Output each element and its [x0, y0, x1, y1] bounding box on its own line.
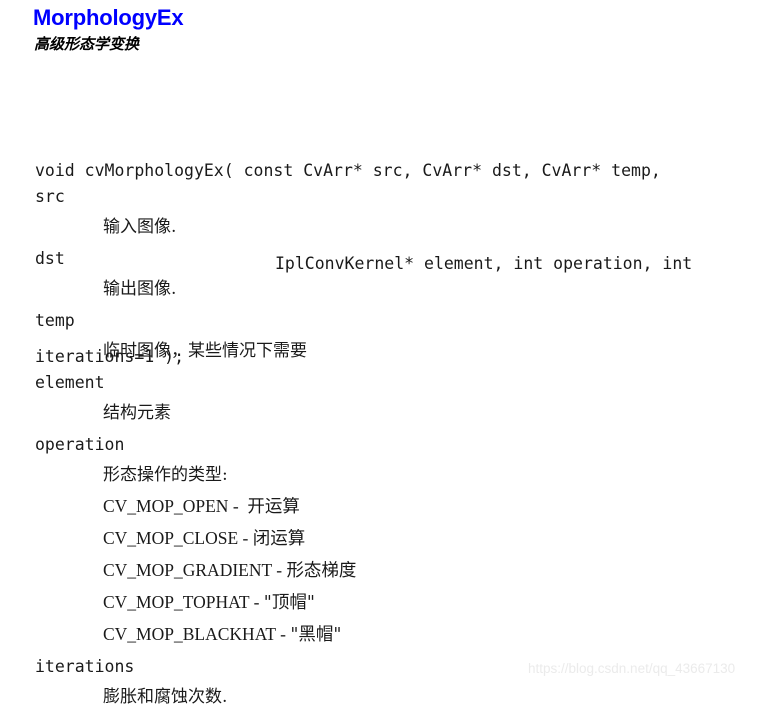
document-page: MorphologyEx 高级形态学变换 void cvMorphologyEx…	[0, 0, 775, 707]
param-desc-src: 输入图像.	[103, 217, 177, 237]
param-name-operation: operation	[35, 435, 125, 454]
param-desc-element: 结构元素	[103, 403, 171, 423]
parameter-list: src 输入图像. dst 输出图像. temp 临时图像，某些情况下需要 el…	[35, 181, 765, 713]
constant-row-gradient: CV_MOP_GRADIENT - 形态梯度	[103, 555, 765, 587]
constant-name: CV_MOP_TOPHAT	[103, 592, 250, 612]
constant-separator: -	[275, 624, 291, 644]
constant-row-close: CV_MOP_CLOSE - 闭运算	[103, 523, 765, 555]
page-subtitle: 高级形态学变换	[34, 35, 140, 53]
constant-name: CV_MOP_OPEN	[103, 496, 229, 516]
operation-constant-list: CV_MOP_OPEN - 开运算 CV_MOP_CLOSE - 闭运算 CV_…	[35, 491, 765, 651]
constant-name: CV_MOP_BLACKHAT	[103, 624, 276, 644]
constant-separator: -	[271, 560, 287, 580]
param-name-dst: dst	[35, 249, 65, 268]
constant-separator: -	[238, 528, 253, 548]
constant-separator: -	[249, 592, 264, 612]
constant-name: CV_MOP_GRADIENT	[103, 560, 272, 580]
constant-row-open: CV_MOP_OPEN - 开运算	[103, 491, 765, 523]
constant-meaning: 形态梯度	[286, 561, 357, 581]
param-desc-temp: 临时图像，某些情况下需要	[103, 341, 307, 361]
watermark: https://blog.csdn.net/qq_43667130	[528, 661, 736, 676]
constant-row-tophat: CV_MOP_TOPHAT - "顶帽"	[103, 587, 765, 619]
param-desc-iterations: 膨胀和腐蚀次数.	[103, 687, 228, 707]
param-desc-dst: 输出图像.	[103, 279, 177, 299]
constant-meaning: 闭运算	[252, 529, 306, 549]
constant-row-blackhat: CV_MOP_BLACKHAT - "黑帽"	[103, 619, 765, 651]
param-name-element: element	[35, 373, 105, 392]
constant-meaning: 开运算	[247, 497, 300, 517]
page-title: MorphologyEx	[33, 5, 184, 30]
constant-separator: -	[228, 496, 248, 516]
constant-name: CV_MOP_CLOSE	[103, 528, 239, 548]
constant-meaning: "黑帽"	[290, 625, 342, 645]
constant-meaning: "顶帽"	[263, 593, 315, 613]
param-name-src: src	[35, 187, 65, 206]
param-desc-operation: 形态操作的类型:	[103, 465, 228, 485]
param-name-temp: temp	[35, 311, 75, 330]
